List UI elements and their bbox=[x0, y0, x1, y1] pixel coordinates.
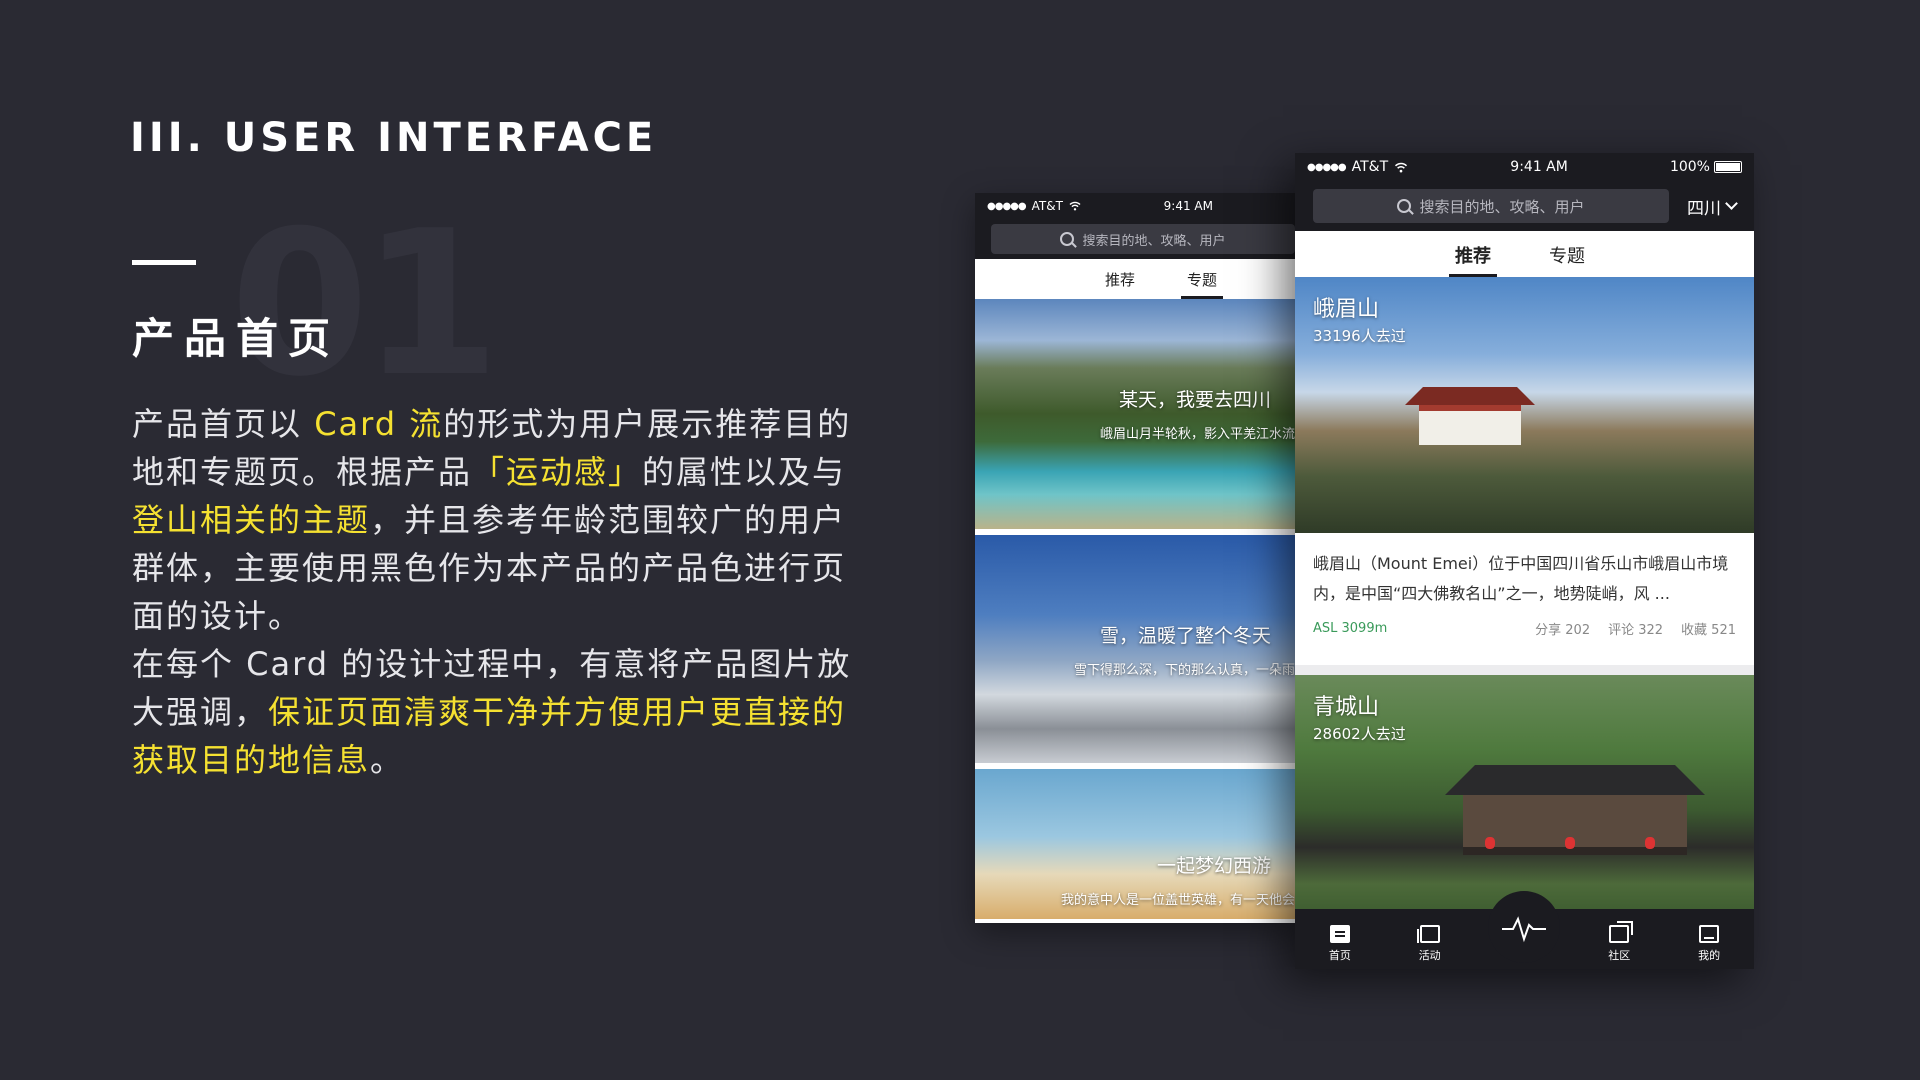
tab-bar-top: 推荐 专题 bbox=[975, 259, 1295, 299]
description-text: 产品首页以 bbox=[132, 405, 315, 443]
status-time: 9:41 AM bbox=[1163, 199, 1213, 213]
search-input[interactable]: 搜索目的地、攻略、用户 bbox=[991, 224, 1295, 254]
tabbar-activity-label: 活动 bbox=[1418, 949, 1441, 962]
comment-count[interactable]: 评论 322 bbox=[1608, 619, 1663, 638]
altitude: ASL 3099m bbox=[1313, 621, 1388, 636]
topic-subtitle: 我的意中人是一位盖世英雄，有一天他会 bbox=[1060, 893, 1295, 908]
carrier: AT&T bbox=[1351, 159, 1389, 175]
description-highlight: 「运动感」 bbox=[472, 453, 643, 491]
tab-topic[interactable]: 专题 bbox=[1181, 269, 1224, 299]
center-pulse-button[interactable] bbox=[1484, 891, 1564, 963]
topic-title: 一起梦幻西游 bbox=[1156, 855, 1271, 877]
destination-image: 青城山 28602人去过 bbox=[1295, 675, 1754, 921]
description-highlight: Card 流 bbox=[314, 405, 444, 443]
tabbar-activity[interactable]: 活动 bbox=[1395, 925, 1465, 963]
search-placeholder: 搜索目的地、攻略、用户 bbox=[1082, 233, 1226, 249]
pulse-icon bbox=[1502, 916, 1547, 943]
tabbar-home-label: 首页 bbox=[1328, 949, 1351, 962]
signal-icon: ●●●●● bbox=[1307, 161, 1347, 173]
description: 产品首页以 Card 流的形式为用户展示推荐目的地和专题页。根据产品「运动感」的… bbox=[132, 400, 872, 784]
search-bar-wrap: 搜索目的地、攻略、用户 四川 bbox=[1295, 181, 1754, 231]
tabbar-mine-label: 我的 bbox=[1698, 949, 1721, 962]
wifi-icon bbox=[1069, 201, 1081, 211]
tab-bar-top: 推荐 专题 bbox=[1295, 231, 1754, 277]
temple-illustration bbox=[1405, 387, 1535, 447]
topic-card[interactable]: 雪，温暖了整个冬天 雪下得那么深，下的那么认真，一朵雨 bbox=[975, 535, 1295, 763]
destination-info: 峨眉山（Mount Emei）位于中国四川省乐山市峨眉山市境内，是中国“四大佛教… bbox=[1295, 533, 1754, 665]
destination-card[interactable]: 峨眉山 33196人去过 峨眉山（Mount Emei）位于中国四川省乐山市峨眉… bbox=[1295, 277, 1754, 665]
destination-name: 青城山 bbox=[1313, 695, 1380, 720]
search-input[interactable]: 搜索目的地、攻略、用户 bbox=[1313, 189, 1669, 223]
destination-visits: 28602人去过 bbox=[1313, 725, 1406, 743]
carrier: AT&T bbox=[1031, 199, 1063, 213]
chevron-down-icon bbox=[1725, 197, 1738, 210]
community-icon bbox=[1609, 921, 1634, 943]
topic-title: 某天，我要去四川 bbox=[1118, 389, 1271, 411]
topic-card[interactable]: 一起梦幻西游 我的意中人是一位盖世英雄，有一天他会 bbox=[975, 769, 1295, 919]
temple-illustration bbox=[1445, 765, 1705, 895]
search-icon bbox=[1060, 232, 1075, 246]
region-selector[interactable]: 四川 bbox=[1687, 194, 1738, 219]
title-rule bbox=[132, 260, 196, 265]
home-icon bbox=[1329, 925, 1350, 943]
destination-meta: ASL 3099m 分享 202 评论 322 收藏 521 bbox=[1313, 619, 1736, 638]
signal-icon: ●●●●● bbox=[987, 200, 1027, 212]
phone-recommend-screen: ●●●●● AT&T 9:41 AM 100% 搜索目的地、攻略、用户 四川 推… bbox=[1295, 153, 1754, 969]
description-text: 。 bbox=[370, 741, 405, 779]
topic-subtitle: 雪下得那么深，下的那么认真，一朵雨 bbox=[1073, 663, 1295, 678]
page-heading: 产品首页 bbox=[132, 314, 341, 363]
destination-visits: 33196人去过 bbox=[1313, 327, 1406, 345]
status-bar: ●●●●● AT&T 9:41 AM bbox=[975, 193, 1295, 219]
topic-card[interactable]: 某天，我要去四川 峨眉山月半轮秋，影入平羌江水流 bbox=[975, 299, 1295, 529]
topic-title: 雪，温暖了整个冬天 bbox=[1099, 625, 1271, 647]
tab-recommend[interactable]: 推荐 bbox=[1449, 242, 1497, 277]
destination-image: 峨眉山 33196人去过 bbox=[1295, 277, 1754, 533]
destination-card[interactable]: 青城山 28602人去过 bbox=[1295, 675, 1754, 921]
description-text: 的属性以及与 bbox=[642, 453, 847, 491]
status-time: 9:41 AM bbox=[1510, 159, 1568, 175]
tabbar-community-label: 社区 bbox=[1608, 949, 1631, 962]
card-divider bbox=[1295, 665, 1754, 675]
topic-subtitle: 峨眉山月半轮秋，影入平羌江水流 bbox=[1099, 427, 1295, 442]
search-icon bbox=[1397, 199, 1412, 213]
share-count[interactable]: 分享 202 bbox=[1535, 619, 1590, 638]
tabbar-home[interactable]: 首页 bbox=[1305, 925, 1375, 963]
profile-icon bbox=[1699, 925, 1720, 943]
status-bar: ●●●●● AT&T 9:41 AM 100% bbox=[1295, 153, 1754, 181]
destination-description: 峨眉山（Mount Emei）位于中国四川省乐山市峨眉山市境内，是中国“四大佛教… bbox=[1313, 554, 1729, 603]
phone-topics-screen: ●●●●● AT&T 9:41 AM 搜索目的地、攻略、用户 推荐 专题 某天，… bbox=[975, 193, 1295, 923]
favorite-count[interactable]: 收藏 521 bbox=[1681, 619, 1736, 638]
tab-recommend[interactable]: 推荐 bbox=[1105, 269, 1135, 299]
battery-level: 100% bbox=[1669, 159, 1710, 175]
search-placeholder: 搜索目的地、攻略、用户 bbox=[1419, 197, 1585, 216]
tab-topic[interactable]: 专题 bbox=[1549, 242, 1585, 277]
tabbar-mine[interactable]: 我的 bbox=[1674, 925, 1744, 963]
bottom-tab-bar: 首页 活动 社区 我的 bbox=[1295, 891, 1754, 969]
battery-icon bbox=[1713, 161, 1742, 173]
destination-name: 峨眉山 bbox=[1313, 297, 1380, 322]
search-bar-wrap: 搜索目的地、攻略、用户 bbox=[975, 219, 1295, 259]
wifi-icon bbox=[1395, 162, 1408, 172]
region-label: 四川 bbox=[1687, 198, 1721, 219]
section-title: III. USER INTERFACE bbox=[130, 115, 658, 161]
tabbar-community[interactable]: 社区 bbox=[1584, 921, 1654, 963]
description-highlight: 登山相关的主题 bbox=[132, 501, 371, 539]
activity-icon bbox=[1416, 925, 1440, 943]
